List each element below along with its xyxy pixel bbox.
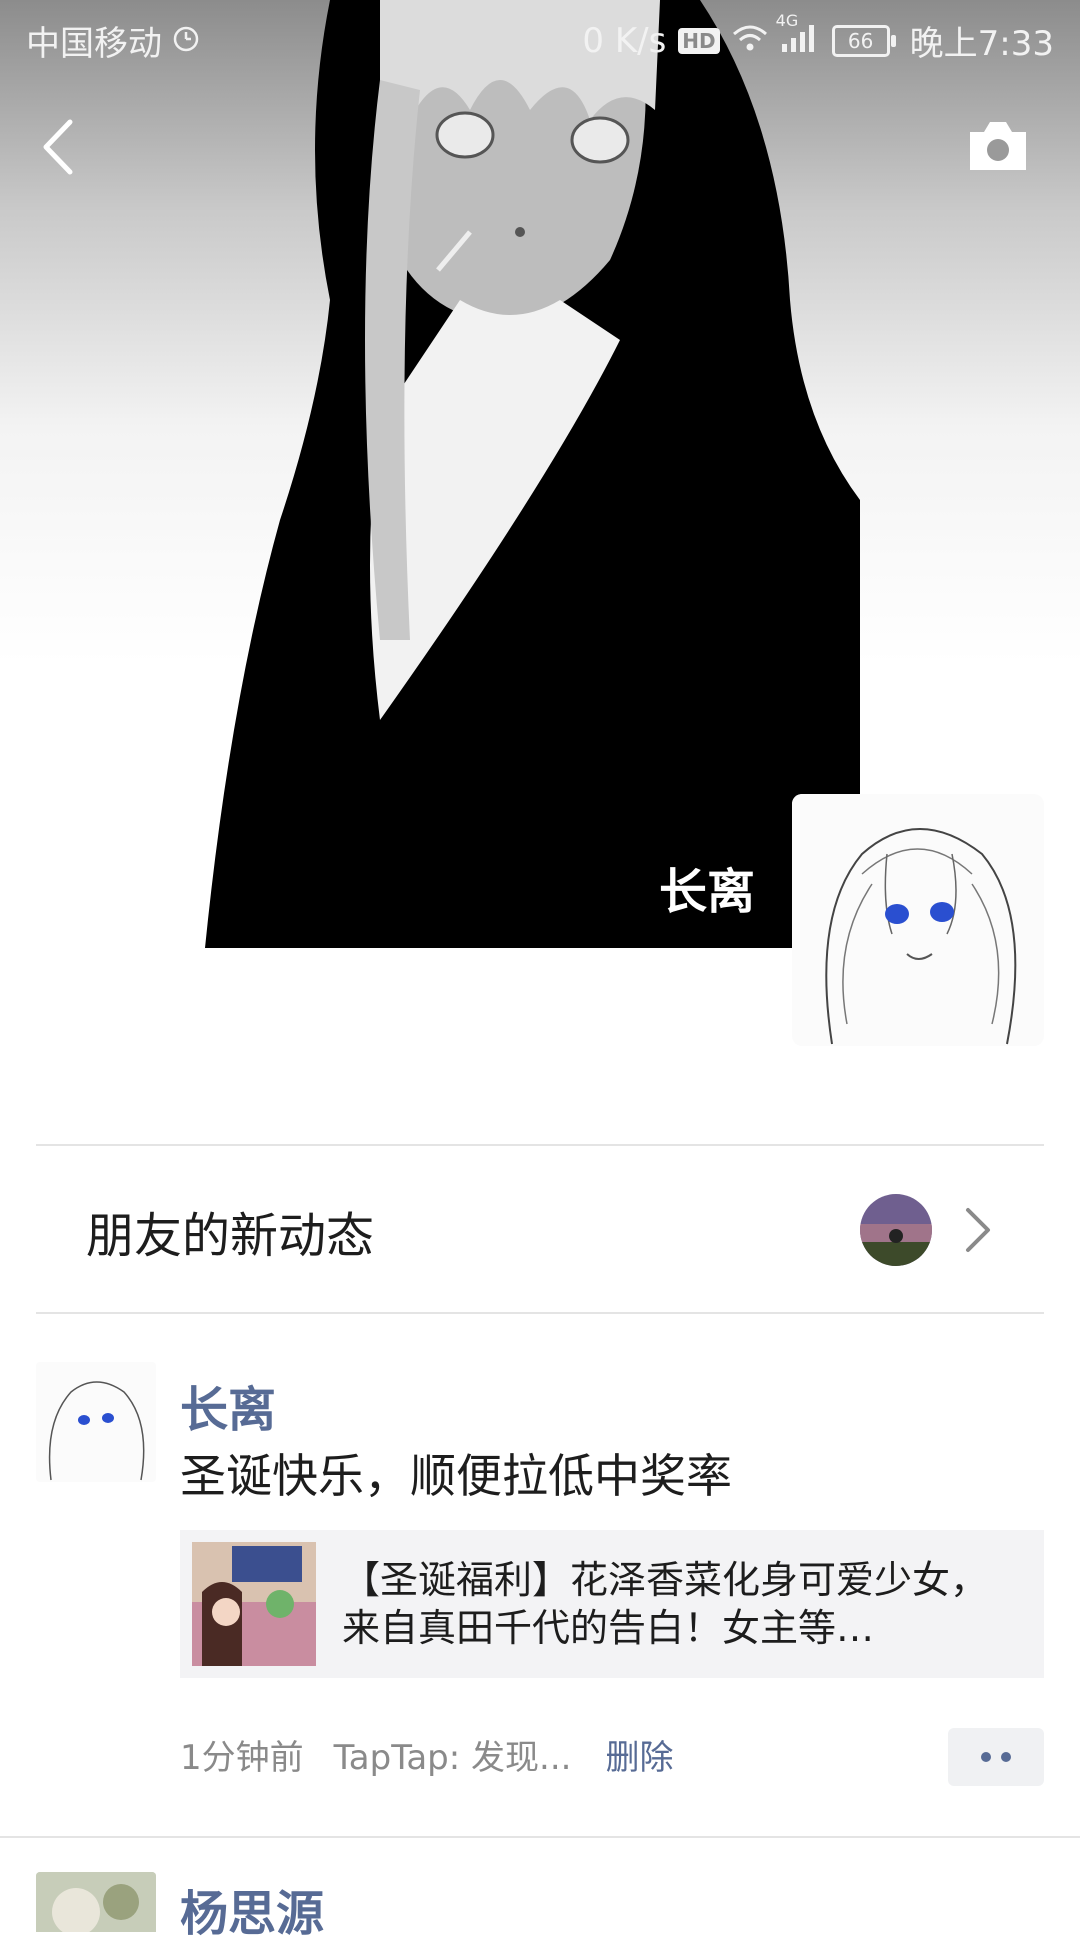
- divider: [36, 1312, 1044, 1314]
- more-dots-icon: [1001, 1752, 1011, 1762]
- carrier-label: 中国移动: [26, 24, 162, 64]
- back-button[interactable]: [34, 112, 94, 182]
- more-actions-button[interactable]: [948, 1728, 1044, 1786]
- network-speed: 0 K/s: [582, 20, 667, 61]
- avatar-illustration: [36, 1872, 156, 1932]
- post-author-name[interactable]: 杨思源: [180, 1874, 324, 1944]
- avatar-illustration: [792, 794, 1044, 1046]
- status-bar: 中国移动 0 K/s HD 4G 66 晚上7:33: [0, 0, 1080, 76]
- post-source[interactable]: TapTap: 发现...: [334, 1730, 572, 1779]
- alarm-icon: [172, 21, 200, 61]
- post-time: 1分钟前: [180, 1738, 304, 1778]
- camera-icon: [970, 122, 1026, 170]
- clock: 晚上7:33: [909, 24, 1054, 64]
- post-author-name[interactable]: 长离: [180, 1370, 276, 1440]
- hd-badge: HD: [678, 27, 720, 54]
- wifi-icon: [732, 21, 768, 61]
- friends-updates-row[interactable]: 朋友的新动态: [36, 1146, 1044, 1314]
- delete-button[interactable]: 删除: [605, 1730, 673, 1779]
- post-author-avatar[interactable]: [36, 1872, 156, 1932]
- profile-avatar[interactable]: [792, 794, 1044, 1046]
- chevron-right-icon: [966, 1208, 990, 1252]
- network-type: 4G: [775, 10, 799, 30]
- more-dots-icon: [981, 1752, 991, 1762]
- battery-indicator: 66: [831, 24, 896, 57]
- signal-icon: 4G: [776, 11, 820, 61]
- friend-avatar: [860, 1194, 932, 1266]
- link-thumbnail: [192, 1542, 316, 1666]
- profile-name: 长离: [658, 864, 755, 920]
- divider: [0, 1836, 1080, 1838]
- post-text: 圣诞快乐，顺便拉低中奖率: [180, 1449, 732, 1503]
- camera-button[interactable]: [966, 118, 1030, 174]
- post-meta: 1分钟前 TapTap: 发现... 删除: [180, 1730, 673, 1779]
- link-title: 【圣诞福利】花泽香菜化身可爱少女，来自真田千代的告白！女主等…: [342, 1558, 989, 1650]
- back-arrow-icon: [43, 119, 73, 175]
- shared-link-card[interactable]: 【圣诞福利】花泽香菜化身可爱少女，来自真田千代的告白！女主等…: [180, 1530, 1044, 1678]
- post-author-avatar[interactable]: [36, 1362, 156, 1482]
- friends-updates-label: 朋友的新动态: [86, 1208, 375, 1264]
- avatar-illustration: [36, 1362, 156, 1482]
